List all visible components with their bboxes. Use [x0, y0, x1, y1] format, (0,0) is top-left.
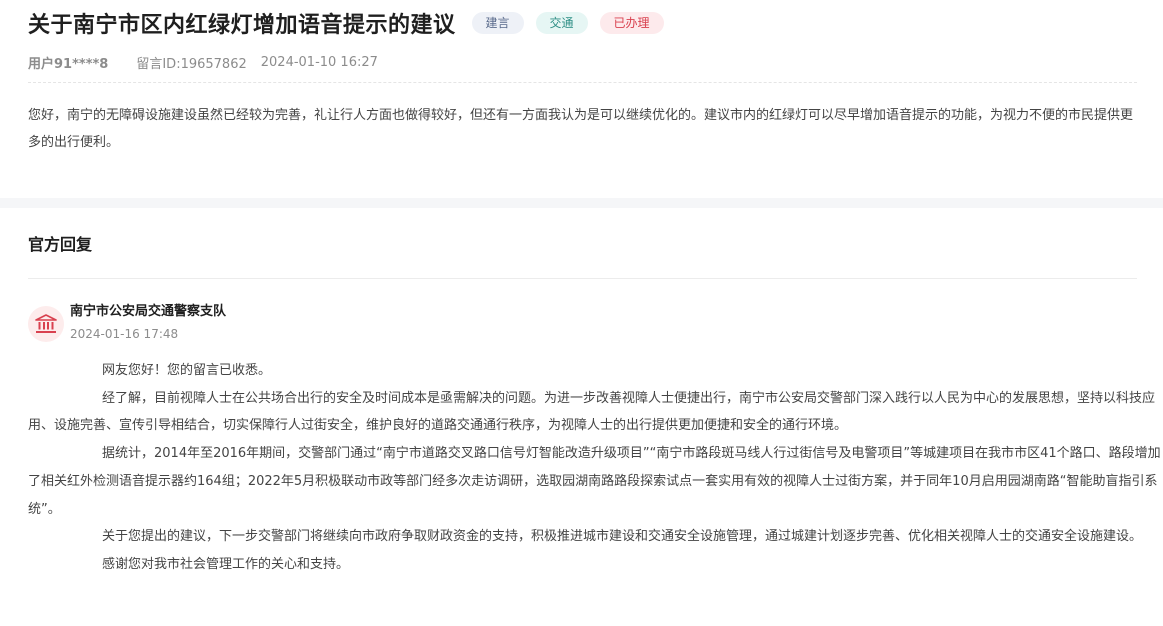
- message-id: 留言ID:19657862: [136, 56, 247, 72]
- reply-author: 南宁市公安局交通警察支队 2024-01-16 17:48: [28, 301, 1137, 343]
- page: 关于南宁市区内红绿灯增加语音提示的建议 建言 交通 已办理 用户91****8 …: [0, 0, 1163, 626]
- tag-category-suggestion[interactable]: 建言: [471, 12, 524, 34]
- reply-time: 2024-01-16 17:48: [70, 327, 179, 341]
- section-separator: [0, 198, 1163, 208]
- reply-paragraph: 据统计，2014年至2016年期间，交警部门通过“南宁市道路交叉路口信号灯智能改…: [28, 446, 1161, 517]
- page-title: 关于南宁市区内红绿灯增加语音提示的建议: [28, 13, 456, 38]
- title-row: 关于南宁市区内红绿灯增加语音提示的建议 建言 交通 已办理: [28, 6, 1137, 40]
- avatar: [28, 306, 64, 342]
- reply-paragraph: 经了解，目前视障人士在公共场合出行的安全及时间成本是亟需解决的问题。为进一步改善…: [28, 390, 1156, 434]
- message-card: 关于南宁市区内红绿灯增加语音提示的建议 建言 交通 已办理 用户91****8 …: [0, 0, 1163, 198]
- reply-paragraph: 关于您提出的建议，下一步交警部门将继续向市政府争取财政资金的支持，积极推进城市建…: [102, 529, 1143, 545]
- reply-heading: 官方回复: [28, 235, 93, 254]
- tag-category-traffic[interactable]: 交通: [535, 12, 588, 34]
- org-name: 南宁市公安局交通警察支队: [70, 304, 227, 319]
- government-building-icon: [35, 314, 57, 333]
- official-reply-card: 官方回复 南宁市公安局交通警察支队 2024-01-16 17:48 网友您好！…: [0, 208, 1163, 579]
- reply-paragraph: 感谢您对我市社会管理工作的关心和支持。: [102, 556, 350, 572]
- message-body: 您好，南宁的无障碍设施建设虽然已经较为完善，礼让行人方面也做得较好，但还有一方面…: [28, 108, 1134, 150]
- org-info: 南宁市公安局交通警察支队 2024-01-16 17:48: [70, 301, 226, 343]
- reply-paragraph: 网友您好！您的留言已收悉。: [102, 363, 272, 378]
- reply-body: 网友您好！您的留言已收悉。 经了解，目前视障人士在公共场合出行的安全及时间成本是…: [28, 357, 1163, 579]
- author-name: 用户91****8: [28, 56, 109, 72]
- message-time: 2024-01-10 16:27: [260, 54, 378, 70]
- reply-divider: [28, 278, 1137, 279]
- meta-divider: [28, 82, 1137, 83]
- status-badge: 已办理: [599, 12, 664, 34]
- message-meta: 用户91****8 留言ID:19657862 2024-01-10 16:27: [28, 51, 1137, 73]
